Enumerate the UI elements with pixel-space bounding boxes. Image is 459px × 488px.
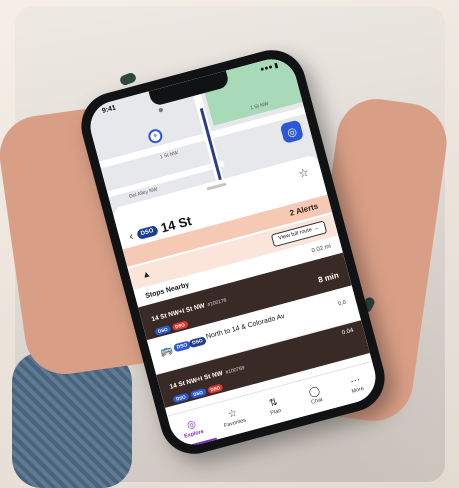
bus-icon: 🚌 <box>159 344 175 358</box>
status-time: 9:41 <box>101 104 117 115</box>
signal-battery-icon: ●●● ▮ <box>259 62 280 74</box>
stops-nearby-distance: 0.02 mi <box>311 243 332 255</box>
tab-label: Chat <box>310 396 324 406</box>
trip-badge: DSO <box>188 336 207 349</box>
tab-more[interactable]: ⋯ More <box>331 362 381 407</box>
stop-id: #100769 <box>225 365 246 376</box>
star-icon[interactable]: ☆ <box>297 165 311 181</box>
crosshair-icon[interactable]: ⌖ <box>146 127 164 145</box>
warning-icon: ▲ <box>140 268 152 281</box>
alerts-count: 2 Alerts <box>288 201 320 218</box>
route-chip: DSO <box>206 383 224 395</box>
recenter-icon: ◎ <box>285 125 299 140</box>
tab-label: Explore <box>183 428 205 440</box>
stop-id: #100176 <box>206 297 228 309</box>
route-chip: DSO <box>172 392 190 404</box>
recenter-button[interactable]: ◎ <box>279 119 305 144</box>
back-chevron-icon[interactable]: ‹ <box>128 230 135 243</box>
drag-handle[interactable] <box>206 182 227 191</box>
route-chip: DSO <box>189 387 207 399</box>
tab-label: Plan <box>269 407 282 417</box>
trip-distance: 0.0 <box>337 299 347 308</box>
tab-label: Favorites <box>223 417 247 429</box>
route-badge: DSO <box>135 224 159 240</box>
